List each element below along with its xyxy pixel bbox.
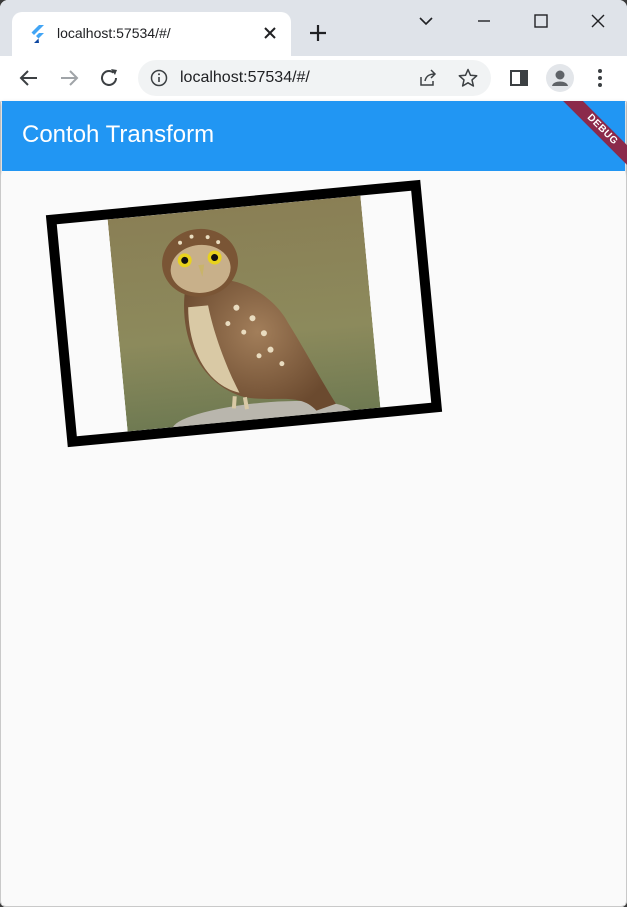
browser-toolbar: localhost:57534/#/ [0, 56, 627, 102]
chevron-down-icon[interactable] [415, 10, 437, 32]
transformed-image-frame [45, 179, 443, 448]
minimize-icon[interactable] [473, 10, 495, 32]
star-icon[interactable] [458, 68, 478, 88]
flutter-favicon [31, 25, 44, 43]
kebab-menu-icon[interactable] [588, 66, 612, 90]
share-icon[interactable] [418, 68, 438, 88]
debug-banner: DEBUG [547, 101, 627, 171]
address-bar[interactable]: localhost:57534/#/ [138, 60, 491, 96]
debug-label: DEBUG [554, 101, 627, 171]
url-text[interactable]: localhost:57534/#/ [180, 69, 310, 87]
profile-icon[interactable] [546, 64, 574, 92]
tab-title: localhost:57534/#/ [57, 25, 171, 41]
sidebar-icon[interactable] [507, 66, 531, 90]
info-icon[interactable] [150, 69, 168, 87]
app-bar: Contoh Transform [2, 101, 625, 171]
maximize-icon[interactable] [530, 10, 552, 32]
forward-arrow-icon[interactable] [57, 66, 81, 90]
close-window-icon[interactable] [587, 10, 609, 32]
plus-icon[interactable] [305, 20, 331, 46]
browser-window: localhost:57534/#/ localhost:57534/#/ Co… [0, 0, 627, 907]
tab-strip: localhost:57534/#/ [0, 0, 627, 56]
close-icon[interactable] [262, 25, 278, 41]
browser-tab[interactable]: localhost:57534/#/ [12, 12, 291, 56]
back-arrow-icon[interactable] [17, 66, 41, 90]
app-title: Contoh Transform [22, 121, 215, 148]
owl-photo [107, 195, 381, 432]
reload-icon[interactable] [97, 66, 121, 90]
